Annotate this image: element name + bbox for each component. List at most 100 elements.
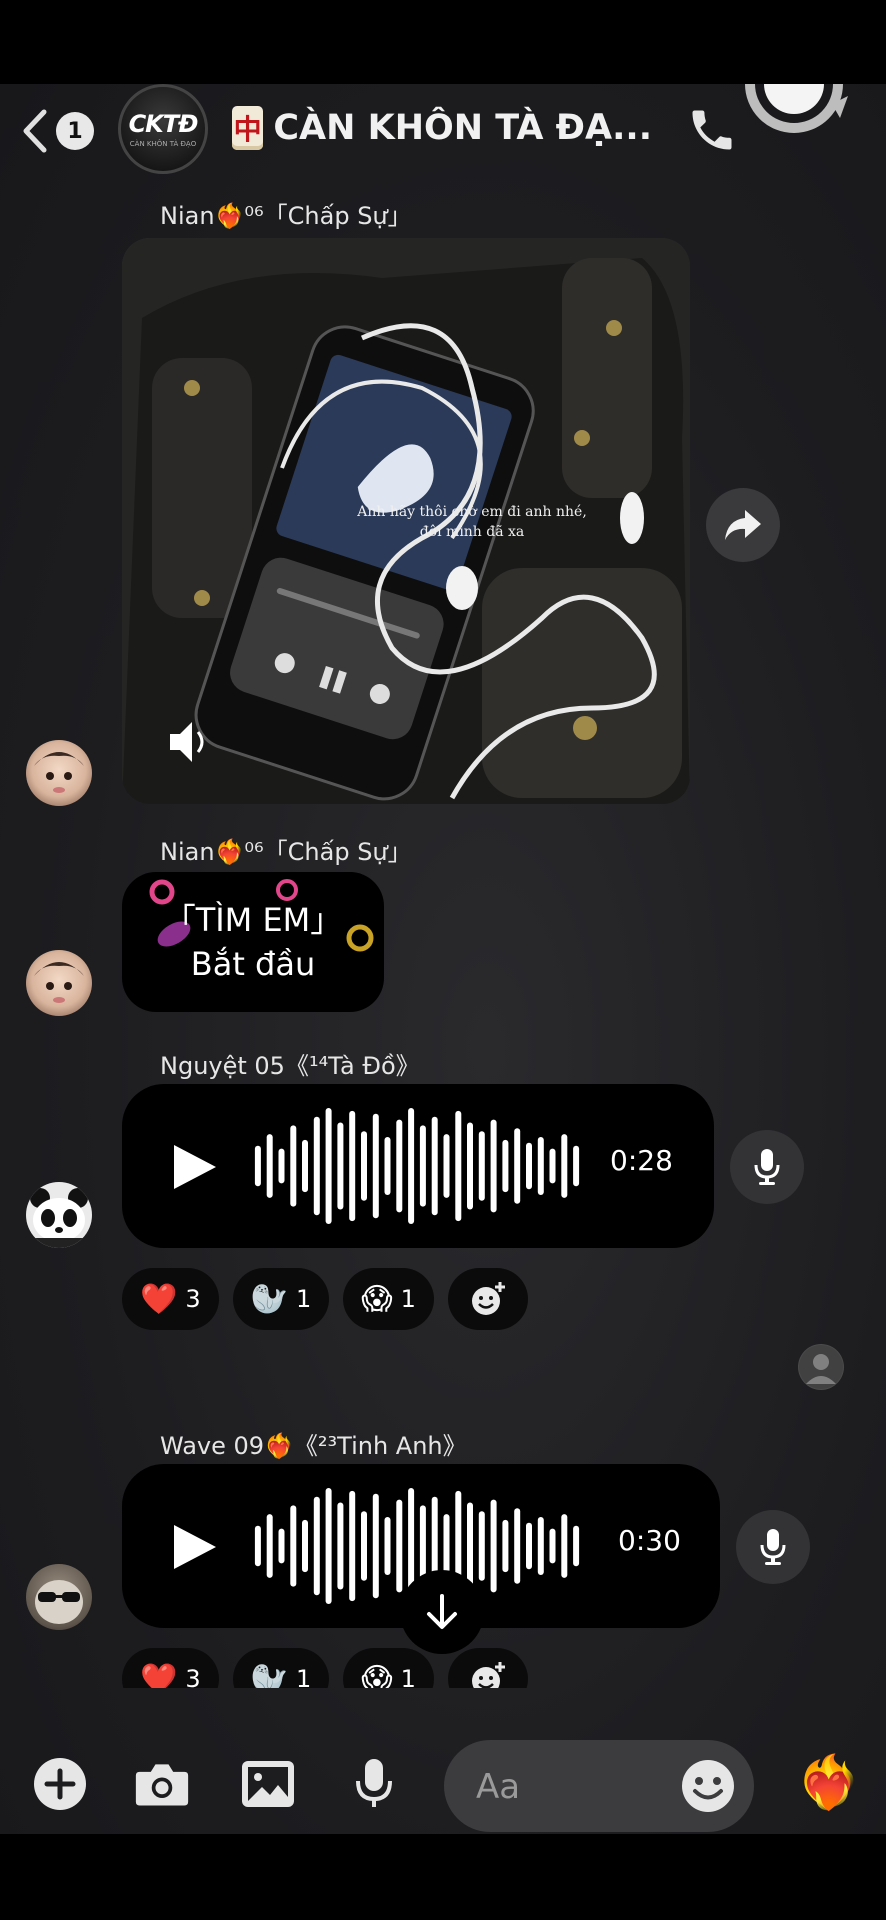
add-reaction-button[interactable] [447,1648,528,1688]
waveform-bar [384,1517,391,1575]
waveform-bar [361,1511,367,1581]
seal-icon: 🦭 [250,1281,288,1317]
waveform-bar [349,1490,356,1602]
waveform-bar [526,1522,532,1570]
waveform-bar [254,1525,261,1567]
voice-message[interactable]: 0:28 [122,1084,714,1248]
scared-face-icon: 😱 [361,1661,393,1689]
text-message-bubble[interactable]: 「TÌM EM」 Bắt đầu [122,872,384,1012]
microphone-icon [754,1149,780,1185]
waveform-bar [337,1122,344,1210]
video-message[interactable]: Anh hãy thôi chờ em đi anh nhé, đôi mình… [122,238,690,804]
forward-button[interactable] [706,488,780,562]
reaction-count: 1 [296,1285,312,1313]
reaction-chip[interactable]: 😱 1 [343,1648,434,1688]
scared-face-icon: 😱 [361,1281,393,1317]
message-input[interactable] [474,1762,678,1812]
reaction-chip[interactable]: ❤️ 3 [122,1648,219,1688]
emoji-icon[interactable] [680,1758,736,1814]
phone-icon [692,110,732,150]
waveform-bar [372,1493,379,1599]
reaction-count: 1 [400,1285,416,1313]
gallery-button[interactable] [240,1756,296,1812]
chat-title[interactable]: 中 CÀN KHÔN TÀ ĐẠ... [232,98,652,158]
share-arrow-icon [725,510,761,540]
baby-avatar-image [34,962,84,1003]
video-caption-line2: đôi mình đã xa [419,524,525,540]
waveform-bar [372,1113,379,1219]
group-avatar[interactable]: CKTĐ CÀN KHÔN TÀ ĐẠO [118,84,208,174]
play-icon[interactable] [170,1522,218,1572]
waveform-bar [313,1496,320,1596]
smile-plus-icon [471,1662,505,1688]
seal-icon: 🦭 [250,1661,288,1689]
reaction-chip[interactable]: 😱 1 [343,1268,434,1330]
message-input-container [444,1740,754,1832]
avatar[interactable] [26,950,92,1016]
waveform-bar [514,1508,521,1584]
waveform-bar [254,1145,261,1187]
avatar[interactable] [26,1182,92,1248]
voice-call-button[interactable] [686,104,742,160]
waveform-bar [467,1502,473,1590]
floating-bubble-icon[interactable] [742,84,852,144]
sender-name: Nian❤️‍🔥⁰⁶「Chấp Sự」 [160,202,412,230]
voice-record-button[interactable] [346,1756,402,1812]
voice-duration: 0:28 [610,1144,673,1177]
camera-icon [135,1764,189,1806]
waveform-bar [502,1139,509,1193]
plus-circle-icon [34,1758,86,1810]
add-button[interactable] [32,1756,88,1812]
waveform-bar [502,1519,509,1573]
play-icon[interactable] [170,1142,218,1192]
avatar[interactable] [26,1564,92,1630]
heart-fire-button[interactable]: ❤️‍🔥 [796,1752,861,1814]
scroll-to-bottom-button[interactable] [400,1570,484,1654]
mahjong-tile-icon: 中 [232,106,264,150]
waveform-bar [490,1499,497,1593]
waveform-bar [490,1119,497,1213]
waveform-bar [561,1134,568,1198]
chat-header: 1 CKTĐ CÀN KHÔN TÀ ĐẠO 中 CÀN KHÔN TÀ ĐẠ.… [0,84,886,184]
transcribe-button[interactable] [730,1130,804,1204]
baby-avatar-image [34,752,84,793]
back-button[interactable]: 1 [20,106,100,156]
arrow-down-icon [427,1594,457,1629]
camera-button[interactable] [134,1756,190,1812]
chat-title-text: CÀN KHÔN TÀ ĐẠ... [273,108,652,148]
waveform-bar [325,1488,332,1604]
waveform[interactable] [252,1108,582,1224]
reaction-bar: ❤️ 3 🦭 1 😱 1 [122,1648,528,1688]
waveform-bar [443,1514,450,1578]
waveform-bar [573,1525,580,1567]
waveform-bar [266,1134,273,1198]
waveform-bar [443,1134,450,1198]
heart-icon: ❤️ [140,1281,178,1317]
waveform-bar [337,1502,344,1590]
waveform-bar [537,1517,544,1575]
waveform-bar [419,1125,426,1207]
voice-duration: 0:30 [618,1524,681,1557]
waveform-bar [290,1505,297,1587]
reaction-chip[interactable]: 🦭 1 [232,1648,330,1689]
video-caption: Anh hãy thôi chờ em đi anh nhé, đôi mình… [302,502,642,542]
transcribe-button[interactable] [736,1510,810,1584]
waveform-bar [313,1116,320,1216]
reaction-count: 1 [296,1665,312,1688]
text-message-line1: 「TÌM EM」 [163,901,343,939]
text-message-line2: Bắt đầu [190,945,316,983]
sender-name: Nguyệt 05《¹⁴Tà Đồ》 [160,1052,420,1080]
heart-icon: ❤️ [140,1661,178,1689]
panda-avatar-image [30,1188,88,1248]
waveform-bar [455,1110,462,1222]
reaction-chip[interactable]: ❤️ 3 [122,1268,219,1330]
group-logo-text: CKTĐ [128,110,199,138]
avatar[interactable] [26,740,92,806]
reaction-chip[interactable]: 🦭 1 [232,1268,330,1330]
add-reaction-button[interactable] [447,1268,528,1330]
waveform-bar [408,1108,415,1224]
waveform-bar [514,1128,521,1204]
sender-name: Nian❤️‍🔥⁰⁶「Chấp Sự」 [160,838,412,866]
waveform-bar [384,1137,391,1195]
image-icon [242,1761,294,1807]
